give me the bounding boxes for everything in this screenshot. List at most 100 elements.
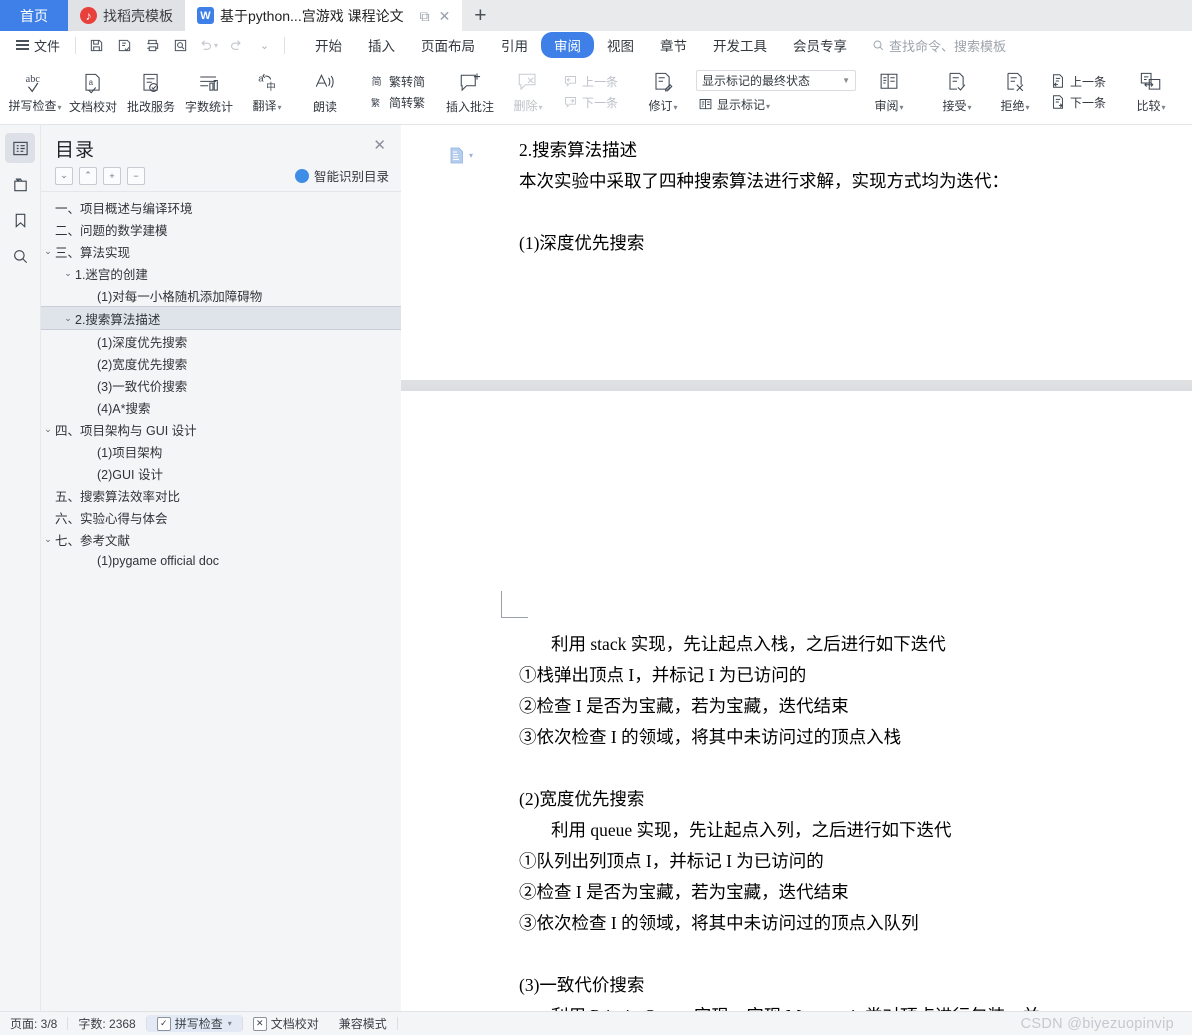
toc-item[interactable]: (1)pygame official doc bbox=[41, 550, 401, 572]
chevron-down-icon[interactable]: ⌄ bbox=[41, 246, 55, 257]
expand-all-button[interactable]: + bbox=[103, 166, 121, 185]
undo-icon[interactable]: ▾ bbox=[195, 34, 221, 57]
save-icon[interactable] bbox=[83, 34, 109, 57]
change-marker-caret-icon[interactable]: ▾ bbox=[469, 151, 473, 160]
toc-item[interactable]: 一、项目概述与编译环境 bbox=[41, 196, 401, 218]
redo-icon[interactable] bbox=[223, 34, 249, 57]
toc-item[interactable]: (2)宽度优先搜索 bbox=[41, 352, 401, 374]
toc-item[interactable]: ⌄ 1.迷宫的创建 bbox=[41, 262, 401, 284]
print-icon[interactable] bbox=[139, 34, 165, 57]
toc-item[interactable]: (1)对每一小格随机添加障碍物 bbox=[41, 284, 401, 306]
status-spell-check[interactable]: ✓ 拼写检查 ▾ bbox=[146, 1015, 242, 1032]
accept-button[interactable]: 接受▾ bbox=[928, 59, 986, 124]
trad-to-simp-button[interactable]: 简 繁转简 bbox=[364, 71, 431, 92]
insert-comment-icon bbox=[460, 73, 481, 91]
tab-document[interactable]: W 基于python...宫游戏 课程论文 ⧉ ✕ bbox=[185, 0, 463, 31]
read-aloud-button[interactable]: 朗读 bbox=[296, 59, 354, 124]
restore-icon[interactable]: ⧉ bbox=[420, 9, 430, 23]
collapse-all-button[interactable]: − bbox=[127, 166, 145, 185]
new-tab-button[interactable]: + bbox=[462, 0, 499, 31]
menu-tab-member[interactable]: 会员专享 bbox=[780, 32, 860, 58]
spell-check-caret-icon[interactable]: ▾ bbox=[228, 1019, 232, 1028]
toc-item[interactable]: (1)深度优先搜索 bbox=[41, 330, 401, 352]
command-search[interactable]: 查找命令、搜索模板 bbox=[872, 36, 1006, 55]
collapse-up-button[interactable]: ⌃ bbox=[79, 166, 97, 185]
menu-tab-start[interactable]: 开始 bbox=[302, 32, 355, 58]
prev-comment-button[interactable]: 上一条 bbox=[557, 71, 624, 92]
toc-item[interactable]: (2)GUI 设计 bbox=[41, 462, 401, 484]
brush-button[interactable]: 画笔 bbox=[1180, 59, 1192, 124]
chevron-down-icon[interactable]: ⌄ bbox=[61, 268, 75, 279]
toc-item[interactable]: (3)一致代价搜索 bbox=[41, 374, 401, 396]
menu-tab-insert[interactable]: 插入 bbox=[355, 32, 408, 58]
menu-tab-section[interactable]: 章节 bbox=[647, 32, 700, 58]
change-marker[interactable]: ▾ bbox=[449, 147, 473, 164]
chevron-down-icon[interactable]: ⌄ bbox=[41, 534, 55, 545]
menu-tab-page-layout[interactable]: 页面布局 bbox=[408, 32, 488, 58]
menu-tab-view[interactable]: 视图 bbox=[594, 32, 647, 58]
toc-item[interactable]: 六、实验心得与体会 bbox=[41, 506, 401, 528]
smart-recognize-toc-button[interactable]: 智能识别目录 bbox=[294, 166, 389, 185]
toc-item[interactable]: 二、问题的数学建模 bbox=[41, 218, 401, 240]
menu-tab-reference[interactable]: 引用 bbox=[488, 32, 541, 58]
tab-home[interactable]: 首页 bbox=[0, 0, 68, 31]
toc-item[interactable]: (4)A*搜索 bbox=[41, 396, 401, 418]
spell-check-button[interactable]: abc 拼写检查▾ bbox=[6, 59, 64, 124]
tab-action-group: ⧉ ✕ bbox=[420, 9, 451, 23]
markup-state-select[interactable]: 显示标记的最终状态 ▼ bbox=[696, 70, 857, 91]
toc-item[interactable]: ⌄ 三、算法实现 bbox=[41, 240, 401, 262]
document-canvas[interactable]: ▾ 2.搜索算法描述 本次实验中采取了四种搜索算法进行求解，实现方式均为迭代： (… bbox=[401, 125, 1192, 1011]
file-menu-button[interactable]: 文件 bbox=[8, 36, 68, 55]
toc-list[interactable]: 一、项目概述与编译环境 二、问题的数学建模 ⌄ 三、算法实现 ⌄ 1.迷宫的创建 (1)对每… bbox=[41, 191, 401, 1011]
page-2-text: 利用 stack 实现，先让起点入栈，之后进行如下迭代 ①栈弹出顶点 I，并标记 … bbox=[519, 629, 1192, 1011]
word-count-button[interactable]: 字数统计 bbox=[180, 59, 238, 124]
document-line: ①队列出列顶点 I，并标记 I 为已访问的 bbox=[519, 851, 824, 871]
chevron-down-icon[interactable]: ⌄ bbox=[61, 313, 75, 324]
reject-button[interactable]: 拒绝▾ bbox=[986, 59, 1044, 124]
status-word-count[interactable]: 字数: 2368 bbox=[68, 1015, 145, 1032]
print-preview-icon[interactable] bbox=[167, 34, 193, 57]
translate-button[interactable]: a 中 翻译▾ bbox=[238, 59, 296, 124]
save-as-icon[interactable] bbox=[111, 34, 137, 57]
delete-comment-button[interactable]: 删除▾ bbox=[499, 59, 557, 124]
page-gap bbox=[401, 380, 1192, 391]
compare-button[interactable]: 比较▾ bbox=[1122, 59, 1180, 124]
status-compat-mode[interactable]: 兼容模式 bbox=[329, 1015, 397, 1032]
search-icon bbox=[873, 40, 884, 50]
show-markup-button[interactable]: 显示标记▾ bbox=[696, 96, 856, 113]
insert-comment-button[interactable]: 插入批注 bbox=[441, 59, 499, 124]
tab-docer-template[interactable]: ♪ 找稻壳模板 bbox=[68, 0, 185, 31]
bookmark-icon[interactable] bbox=[5, 205, 35, 235]
outline-icon[interactable] bbox=[5, 133, 35, 163]
undo-caret-icon[interactable]: ▾ bbox=[214, 41, 218, 50]
menu-tab-developer[interactable]: 开发工具 bbox=[700, 32, 780, 58]
toc-item-label: 二、问题的数学建模 bbox=[55, 223, 168, 238]
command-search-placeholder: 查找命令、搜索模板 bbox=[889, 38, 1007, 54]
customize-toolbar-icon[interactable]: ⌄ bbox=[251, 34, 277, 57]
prev-change-button[interactable]: 上一条 bbox=[1044, 71, 1112, 92]
status-doc-proof[interactable]: ✕ 文档校对 bbox=[243, 1015, 329, 1032]
chevron-down-icon[interactable]: ⌄ bbox=[41, 424, 55, 435]
review-pane-button[interactable]: 审阅▾ bbox=[860, 59, 918, 124]
next-comment-button[interactable]: 下一条 bbox=[557, 92, 624, 113]
close-icon[interactable]: ✕ bbox=[439, 9, 451, 23]
doc-proofread-button[interactable]: a 文档校对 bbox=[64, 59, 122, 124]
toc-item[interactable]: 五、搜索算法效率对比 bbox=[41, 484, 401, 506]
document-line: ①栈弹出顶点 I，并标记 I 为已访问的 bbox=[519, 665, 807, 685]
collapse-down-button[interactable]: ⌄ bbox=[55, 166, 73, 185]
revise-service-button[interactable]: 批改服务 bbox=[122, 59, 180, 124]
toc-item[interactable]: (1)项目架构 bbox=[41, 440, 401, 462]
toc-item[interactable]: ⌄ 七、参考文献 bbox=[41, 528, 401, 550]
menu-tab-review[interactable]: 审阅 bbox=[541, 32, 595, 58]
status-page[interactable]: 页面: 3/8 bbox=[10, 1015, 67, 1032]
toc-item-label: 一、项目概述与编译环境 bbox=[55, 201, 193, 216]
thumbnail-icon[interactable] bbox=[5, 169, 35, 199]
track-changes-button[interactable]: 修订▾ bbox=[634, 59, 692, 124]
simp-to-trad-button[interactable]: 繁 简转繁 bbox=[364, 92, 431, 113]
next-change-button[interactable]: 下一条 bbox=[1044, 92, 1112, 113]
toc-item[interactable]: ⌄ 四、项目架构与 GUI 设计 bbox=[41, 418, 401, 440]
close-icon[interactable]: ✕ bbox=[370, 135, 389, 156]
ribbon-tabs: 开始 插入 页面布局 引用 审阅 视图 章节 开发工具 会员专享 bbox=[302, 32, 860, 58]
search-icon[interactable] bbox=[5, 241, 35, 271]
toc-item[interactable]: ⌄ 2.搜索算法描述 bbox=[41, 306, 401, 330]
